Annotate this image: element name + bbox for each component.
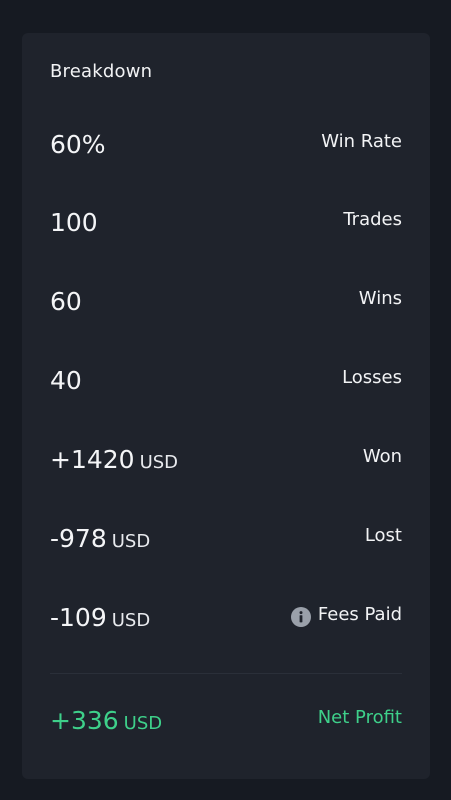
wins-value: 60: [50, 282, 82, 322]
lost-label: Lost: [364, 525, 402, 546]
win-rate-value: 60%: [50, 125, 106, 165]
net-profit-number: +336: [50, 706, 119, 735]
won-unit: USD: [139, 452, 179, 473]
stat-row-win-rate: 60% Win Rate: [50, 125, 402, 165]
fees-paid-value: -109 USD: [50, 598, 150, 641]
fees-paid-number: -109: [50, 603, 107, 632]
card-title: Breakdown: [50, 61, 153, 82]
win-rate-label: Win Rate: [321, 131, 402, 152]
losses-value: 40: [50, 361, 82, 401]
stat-row-lost: -978 USD Lost: [50, 519, 402, 559]
stat-row-fees-paid: -109 USD Fees Paid: [50, 598, 402, 638]
losses-label: Losses: [342, 367, 402, 388]
trades-number: 100: [50, 208, 98, 237]
breakdown-card: Breakdown 60% Win Rate 100 Trades 60 Win…: [22, 33, 430, 779]
wins-label: Wins: [358, 288, 402, 309]
won-label: Won: [362, 446, 402, 467]
stat-row-trades: 100 Trades: [50, 203, 402, 243]
wins-number: 60: [50, 287, 82, 316]
fees-paid-label-group: Fees Paid: [290, 598, 402, 632]
stat-row-net-profit: +336 USD Net Profit: [50, 701, 402, 741]
stat-row-losses: 40 Losses: [50, 361, 402, 401]
lost-unit: USD: [111, 531, 151, 552]
stat-row-wins: 60 Wins: [50, 282, 402, 322]
won-number: +1420: [50, 445, 135, 474]
lost-number: -978: [50, 524, 107, 553]
lost-value: -978 USD: [50, 519, 150, 562]
info-icon[interactable]: [290, 605, 311, 627]
trades-value: 100: [50, 203, 98, 243]
won-value: +1420 USD: [50, 440, 178, 483]
fees-paid-unit: USD: [111, 610, 151, 631]
losses-number: 40: [50, 366, 82, 395]
net-profit-label: Net Profit: [317, 707, 402, 728]
net-profit-unit: USD: [123, 713, 163, 734]
win-rate-number: 60%: [50, 130, 106, 159]
stat-row-won: +1420 USD Won: [50, 440, 402, 480]
fees-paid-label: Fees Paid: [317, 604, 402, 625]
divider: [50, 673, 402, 674]
trades-label: Trades: [343, 209, 402, 230]
net-profit-value: +336 USD: [50, 701, 162, 744]
